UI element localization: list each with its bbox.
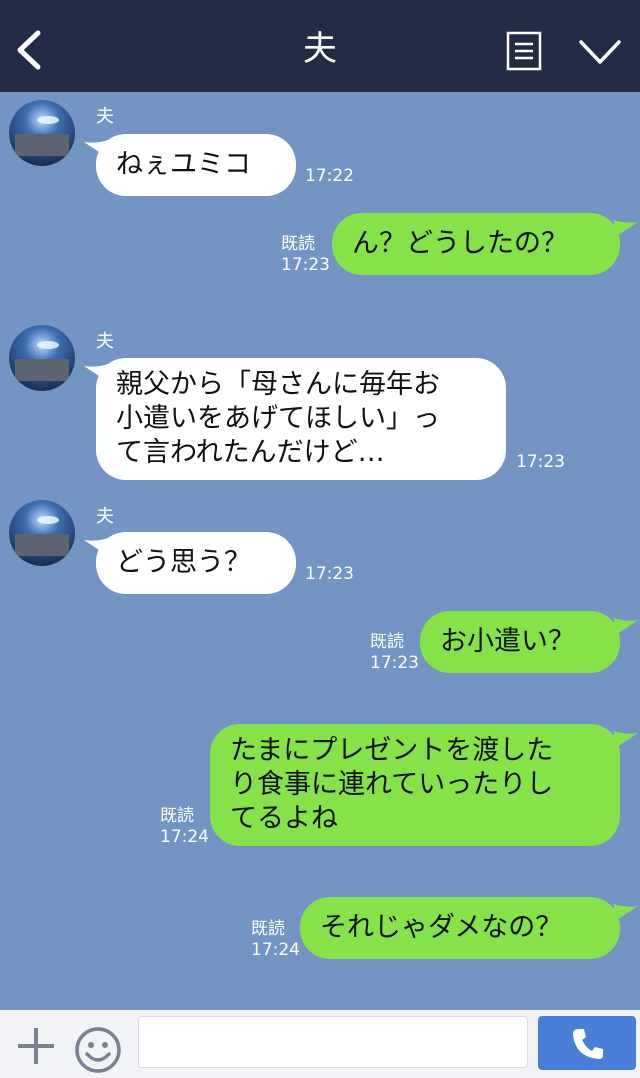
message-bubble-outgoing[interactable]: それじゃダメなの？ (300, 897, 620, 959)
message-bubble-incoming[interactable]: どう思う？ (96, 532, 296, 594)
bubble-tail (614, 618, 638, 636)
emoji-icon[interactable] (74, 1026, 122, 1074)
read-receipt: 既読 (251, 919, 285, 939)
read-receipt: 既読 (160, 806, 194, 826)
message-input[interactable] (138, 1016, 528, 1068)
menu-list-icon[interactable] (506, 31, 542, 71)
avatar[interactable] (9, 325, 75, 391)
message-bubble-incoming[interactable]: ねぇユミコ (96, 134, 296, 196)
bubble-tail (614, 731, 638, 749)
message-time: 17:23 (370, 653, 419, 673)
sender-name: 夫 (96, 506, 114, 527)
call-button[interactable] (538, 1016, 636, 1070)
chat-footer (0, 1010, 640, 1078)
message-time: 17:23 (281, 255, 330, 275)
plus-icon[interactable] (16, 1026, 56, 1066)
phone-icon (573, 1029, 603, 1059)
message-bubble-outgoing[interactable]: ん？どうしたの？ (332, 213, 620, 275)
message-bubble-outgoing[interactable]: たまにプレゼントを渡した り食事に連れていったりし てるよね (210, 724, 620, 846)
sender-name: 夫 (96, 106, 114, 127)
chevron-down-icon[interactable] (578, 38, 622, 66)
message-bubble-incoming[interactable]: 親父から「母さんに毎年お 小遣いをあげてほしい」っ て言われたんだけど… (96, 358, 506, 480)
message-time: 17:24 (251, 940, 300, 960)
read-receipt: 既読 (281, 234, 315, 254)
read-receipt: 既読 (370, 632, 404, 652)
avatar[interactable] (9, 500, 75, 566)
message-time: 17:24 (160, 827, 209, 847)
message-time: 17:23 (305, 564, 354, 584)
bubble-tail (614, 220, 638, 238)
chat-title: 夫 (303, 29, 337, 69)
sender-name: 夫 (96, 331, 114, 352)
bubble-tail (614, 904, 638, 922)
message-time: 17:23 (516, 452, 565, 472)
message-time: 17:22 (305, 166, 354, 186)
message-bubble-outgoing[interactable]: お小遣い？ (420, 611, 620, 673)
chat-header: 夫 (0, 0, 640, 92)
avatar[interactable] (9, 100, 75, 166)
